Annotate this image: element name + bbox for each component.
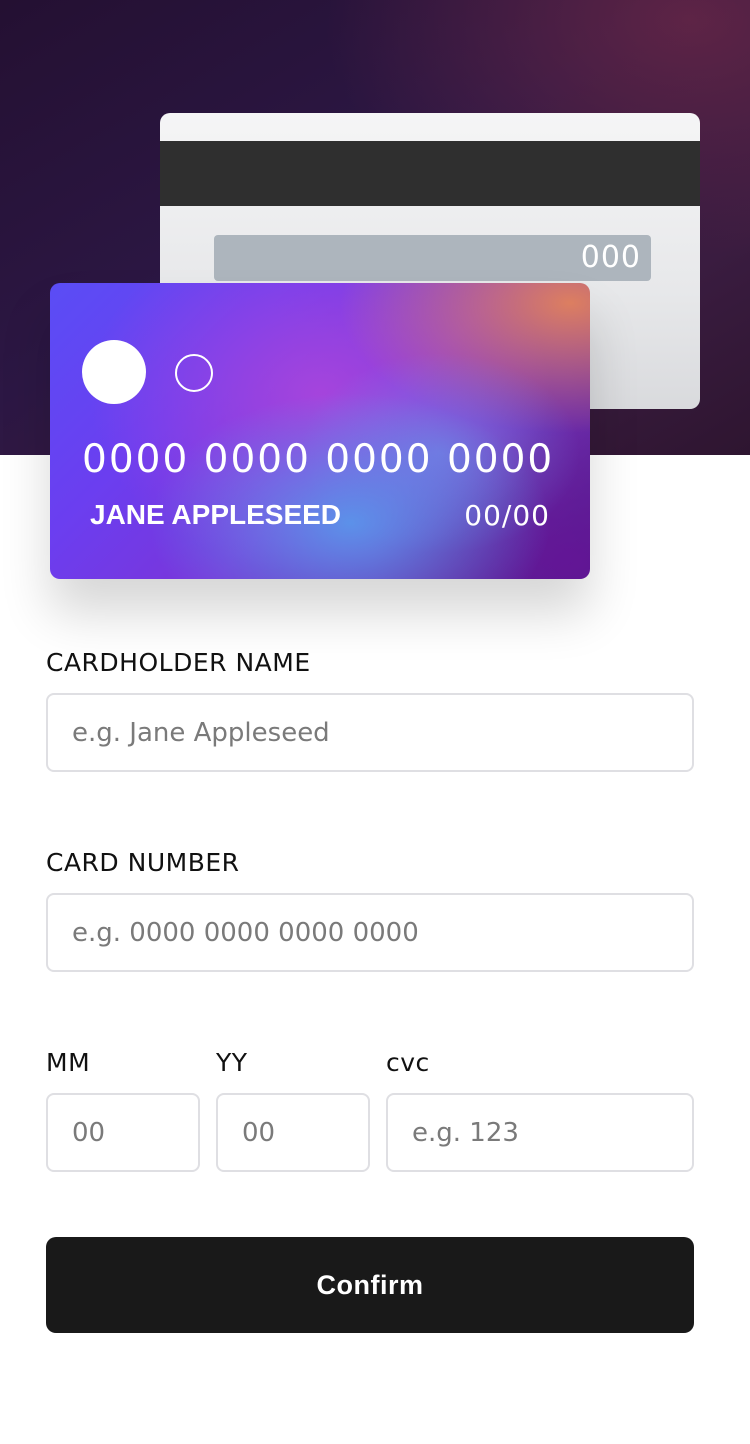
card-back-cvc: 000 (580, 240, 641, 275)
cvc-label: cvc (386, 1048, 430, 1077)
exp-month-label: MM (46, 1048, 91, 1077)
card-front-number: 0000 0000 0000 0000 (82, 437, 555, 482)
exp-year-input[interactable] (216, 1093, 370, 1172)
exp-month-input[interactable] (46, 1093, 200, 1172)
card-front-name: JANE APPLESEED (90, 499, 342, 530)
magnetic-stripe (160, 141, 700, 206)
card-number-input[interactable] (46, 893, 694, 972)
cardholder-name-label: CARDHOLDER NAME (46, 648, 311, 677)
page: 000 0000 0000 0000 0000 JANE APPLESEED 0… (0, 0, 750, 1444)
confirm-button[interactable]: Confirm (46, 1237, 694, 1333)
signature-strip: 000 (214, 235, 651, 281)
exp-year-label: YY (216, 1048, 248, 1077)
card-front-expiry: 00/00 (464, 499, 550, 532)
card-logo-circle-icon (82, 340, 146, 404)
card-front: 0000 0000 0000 0000 JANE APPLESEED 00/00 (50, 283, 590, 579)
cvc-input[interactable] (386, 1093, 694, 1172)
card-logo-ring-icon (175, 354, 213, 392)
card-number-label: CARD NUMBER (46, 848, 240, 877)
cardholder-name-input[interactable] (46, 693, 694, 772)
